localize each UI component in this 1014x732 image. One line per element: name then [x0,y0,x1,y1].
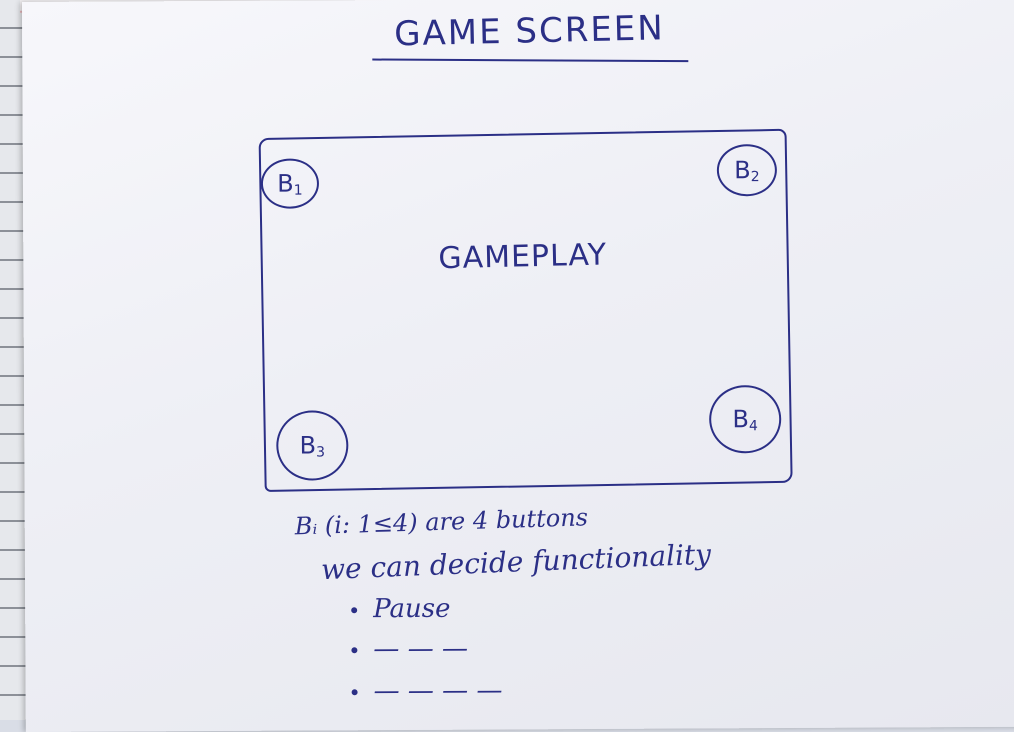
button-b3-sub: 3 [316,444,326,461]
bullet-dot [351,647,358,654]
bullet-text: — — — [373,633,469,665]
button-b1-label: B [277,169,294,198]
button-b4[interactable]: B4 [709,385,782,454]
note-buttons-description: Bᵢ (i: 1≤4) are 4 buttons [294,503,589,541]
bullet-item: — — — [351,634,468,665]
bullet-dot [351,607,358,614]
title-underline [372,58,689,63]
gameplay-label: GAMEPLAY [437,237,608,277]
bullet-dot [351,689,358,696]
note-functionality: we can decide functionality [320,537,712,587]
button-b1-sub: 1 [293,182,303,199]
button-b2[interactable]: B2 [716,144,778,197]
bullet-item: Pause [351,593,451,625]
paper-sheet: GAME SCREEN GAMEPLAY B1 B2 B3 B4 Bᵢ (i: … [22,0,1014,732]
button-b4-sub: 4 [748,418,758,435]
bullet-text: — — — — [373,675,503,707]
button-b1[interactable]: B1 [260,158,320,209]
button-b3-label: B [299,431,317,460]
button-b2-sub: 2 [750,169,760,186]
bullet-text: Pause [373,593,451,625]
sheet-title: GAME SCREEN [393,8,666,55]
button-b2-label: B [734,156,751,185]
button-b4-label: B [732,405,750,434]
bullet-item: — — — — [351,675,503,707]
button-b3[interactable]: B3 [276,410,349,481]
